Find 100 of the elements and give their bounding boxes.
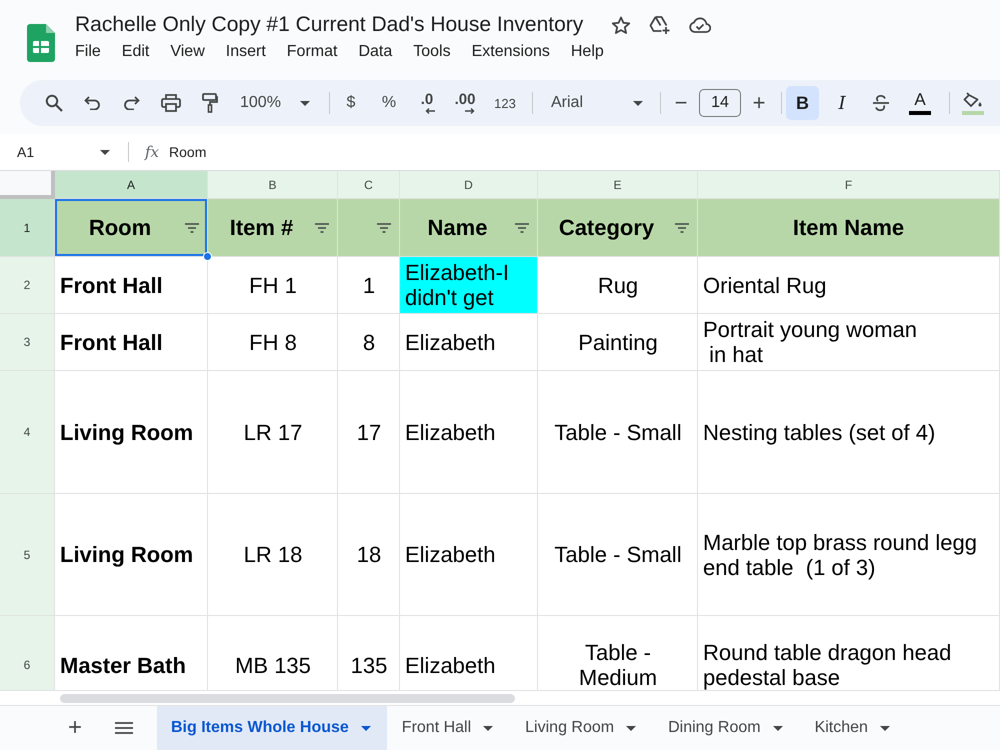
header-cell[interactable]: Name [400, 199, 538, 257]
table-cell: Rug [538, 257, 698, 314]
redo-icon[interactable] [123, 96, 140, 110]
caret-icon [772, 726, 783, 730]
column-header[interactable]: B [208, 171, 338, 199]
header-cell[interactable]: Item Name [698, 199, 1000, 257]
font-size-field[interactable]: 14 [699, 89, 741, 117]
cloud-check-icon[interactable] [689, 17, 712, 33]
header-cell[interactable] [338, 199, 400, 257]
formula-field[interactable]: Room [169, 138, 226, 166]
table-cell: Table - Small [538, 371, 698, 494]
search-icon[interactable] [44, 94, 62, 112]
header-label: Item # [228, 214, 294, 240]
text-color-button[interactable]: A [914, 91, 926, 109]
filter-icon[interactable] [515, 222, 529, 232]
column-header[interactable]: F [698, 171, 1000, 199]
caret-icon [360, 726, 371, 730]
table-cell: Front Hall [55, 257, 208, 314]
paint-bucket-icon[interactable] [963, 92, 983, 108]
table-cell: Painting [538, 314, 698, 371]
header-cell[interactable]: Category [538, 199, 698, 257]
arrow-icon [425, 108, 435, 114]
filter-icon[interactable] [675, 222, 689, 232]
undo-icon[interactable] [84, 96, 101, 110]
paint-roller-icon[interactable] [202, 93, 218, 113]
sheet-tab[interactable]: Front Hall [386, 706, 510, 750]
decimal-button[interactable]: .0 [408, 88, 446, 118]
column-header[interactable]: C [338, 171, 400, 199]
increase-size-button[interactable]: + [741, 88, 777, 118]
menu-item[interactable]: Format [286, 43, 338, 61]
name-box[interactable]: A1 [0, 138, 120, 166]
sheet-tab[interactable]: Kitchen [800, 706, 907, 750]
menu-item[interactable]: Tools [413, 43, 451, 61]
filter-icon[interactable] [185, 222, 199, 232]
spreadsheet-logo-icon[interactable] [27, 24, 55, 62]
caret-icon [483, 726, 494, 730]
table-cell: Living Room [55, 494, 208, 616]
table-cell: Marble top brass round legg end table (1 of 3) [698, 494, 1000, 616]
scrollbar-thumb[interactable] [60, 694, 515, 702]
table-cell: 18 [338, 494, 400, 616]
column-header[interactable]: E [538, 171, 698, 199]
caret-icon [100, 150, 110, 154]
arrow-icon [465, 108, 475, 114]
table-cell: Elizabeth-I didn't get [400, 257, 538, 314]
star-icon[interactable] [611, 16, 632, 34]
table-cell: Oriental Rug [698, 257, 1000, 314]
menu-item[interactable]: Edit [122, 43, 150, 61]
header-label: Category [558, 214, 656, 240]
zoom-dropdown[interactable]: 100% [229, 88, 318, 118]
row-header[interactable]: 2 [0, 257, 55, 314]
sheet-tab[interactable]: Dining Room [653, 706, 800, 750]
header-cell[interactable]: Item # [208, 199, 338, 257]
header-label: Room [88, 214, 152, 240]
menu-item[interactable]: Insert [226, 43, 266, 61]
row-header[interactable]: 1 [0, 199, 55, 257]
filter-icon[interactable] [315, 222, 329, 232]
horizontal-scrollbar[interactable] [0, 690, 1000, 705]
table-cell: Living Room [55, 371, 208, 494]
row-header[interactable]: 5 [0, 494, 55, 616]
function-label: fx [145, 143, 160, 161]
caret-icon [633, 100, 643, 106]
table-cell: LR 18 [208, 494, 338, 616]
column-header[interactable]: A [55, 171, 208, 199]
table-cell: Table - Small [538, 494, 698, 616]
decrease-size-button[interactable]: − [663, 88, 699, 118]
menu-item[interactable]: File [75, 43, 101, 61]
add-sheet-button[interactable]: + [58, 706, 92, 750]
decimal-button[interactable]: .00 [446, 88, 484, 118]
row-header[interactable]: 3 [0, 314, 55, 371]
bold-button[interactable]: B [786, 86, 819, 120]
sheet-tab[interactable]: Big Items Whole House [157, 706, 387, 750]
number-format-button[interactable]: % [370, 88, 408, 118]
menu-item[interactable]: View [170, 43, 205, 61]
header-label: Name [426, 214, 488, 240]
row-header[interactable]: 4 [0, 371, 55, 494]
table-cell: FH 1 [208, 257, 338, 314]
menu-item[interactable]: Help [570, 43, 604, 61]
triangle-plus-icon[interactable] [649, 15, 672, 35]
caret-icon [300, 100, 310, 106]
column-header[interactable]: D [400, 171, 538, 199]
table-cell: Portrait young woman in hat [698, 314, 1000, 371]
number-format-button[interactable]: 123 [484, 88, 526, 118]
font-dropdown[interactable]: Arial [540, 88, 651, 118]
strikethrough-icon[interactable] [872, 94, 890, 112]
row-header[interactable]: 6 [0, 616, 55, 690]
italic-button[interactable]: I [823, 86, 861, 120]
filter-icon[interactable] [377, 222, 391, 232]
menu-item[interactable]: Data [358, 43, 392, 61]
header-label: Item Name [792, 214, 906, 240]
menu-item[interactable]: Extensions [472, 43, 550, 61]
menu-icon[interactable] [115, 722, 133, 734]
table-cell: 17 [338, 371, 400, 494]
number-format-button[interactable]: $ [332, 88, 370, 118]
table-cell: Front Hall [55, 314, 208, 371]
table-cell: LR 17 [208, 371, 338, 494]
print-icon[interactable] [160, 94, 180, 112]
fill-handle[interactable] [203, 252, 212, 261]
table-cell: Elizabeth [400, 494, 538, 616]
sheet-tab[interactable]: Living Room [510, 706, 654, 750]
document-title[interactable]: Rachelle Only Copy #1 Current Dad's House Inventory [75, 13, 584, 37]
